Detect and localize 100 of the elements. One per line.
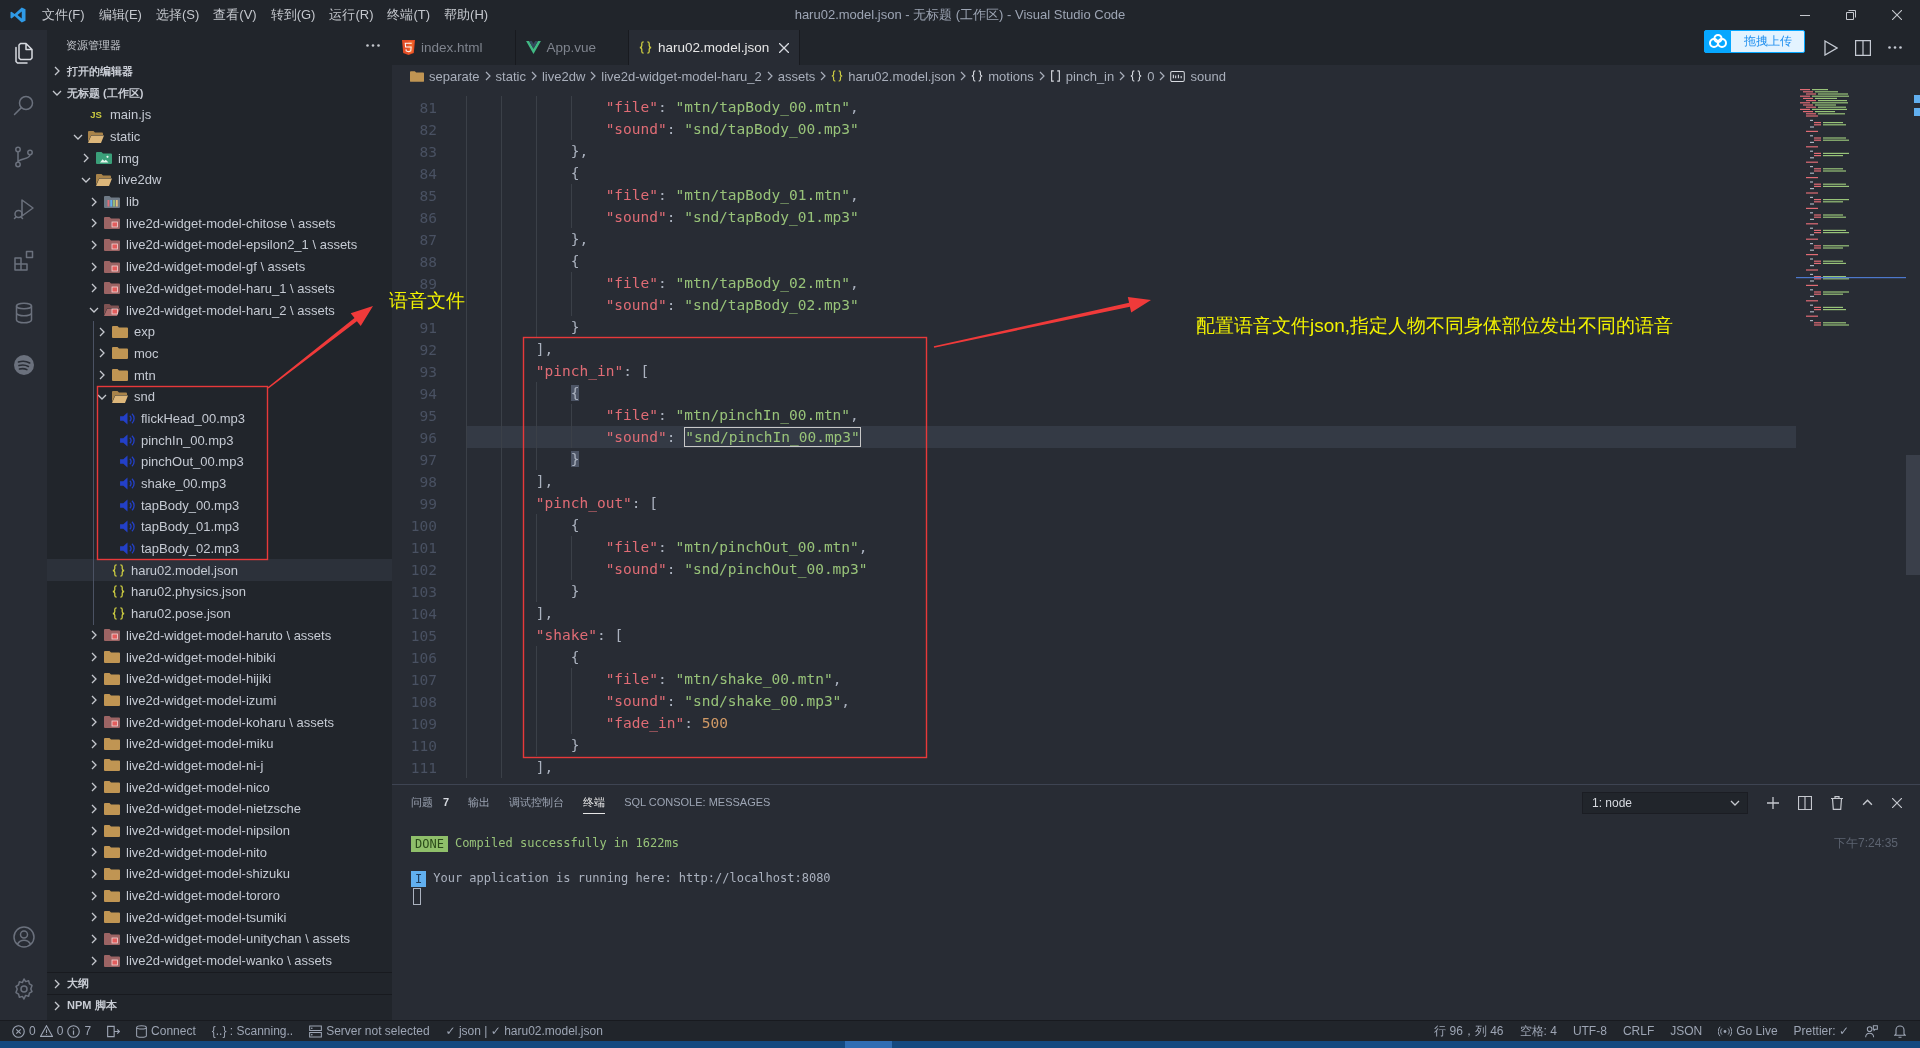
tree-item[interactable]: lib (47, 190, 392, 213)
panel-tab[interactable]: 问题 7 (411, 791, 450, 814)
breadcrumb-item[interactable]: 0 (1130, 68, 1155, 84)
minimize-icon[interactable] (1800, 14, 1810, 16)
section-header[interactable]: 打开的编辑器 (47, 60, 392, 82)
status-item[interactable]: UTF-8 (1572, 1024, 1607, 1038)
tree-item[interactable]: live2d-widget-model-nipsilon (47, 819, 392, 842)
status-item[interactable]: 行 96，列 46 (1434, 1022, 1504, 1040)
tree-item[interactable]: live2d-widget-model-miku (47, 732, 392, 755)
breadcrumb-item[interactable]: assets (777, 68, 816, 84)
restore-icon[interactable] (1846, 10, 1856, 20)
account-icon[interactable] (11, 925, 36, 949)
bell-icon[interactable] (1894, 1024, 1906, 1038)
tree-item[interactable]: live2d-widget-model-shizuku (47, 863, 392, 885)
terminal-dropdown[interactable]: 1: node (1582, 791, 1748, 814)
breadcrumb-item[interactable]: motions (971, 68, 1034, 84)
blocks-icon[interactable] (11, 249, 36, 273)
tree-item[interactable]: static (47, 125, 392, 148)
menu-item[interactable]: 文件(F) (35, 4, 92, 26)
breadcrumb-item[interactable]: haru02.model.json (831, 68, 956, 84)
menu-item[interactable]: 帮助(H) (437, 4, 496, 26)
split-editor-icon[interactable] (1855, 39, 1871, 56)
box-folder-icon (104, 217, 120, 230)
status-item[interactable]: Prettier: ✓ (1793, 1024, 1849, 1038)
breadcrumb-item[interactable]: separate (410, 68, 480, 84)
status-item[interactable]: CRLF (1622, 1024, 1655, 1038)
plus-icon[interactable] (1767, 796, 1779, 809)
panel-tab[interactable]: SQL CONSOLE: MESSAGES (624, 793, 771, 812)
section-header[interactable]: 无标题 (工作区) (47, 82, 392, 104)
menu-item[interactable]: 查看(V) (206, 4, 264, 26)
feedback-icon[interactable] (1865, 1024, 1878, 1038)
code-line: } (570, 582, 580, 601)
status-item[interactable]: Go Live (1718, 1024, 1778, 1038)
status-item[interactable]: Server not selected (309, 1024, 430, 1038)
split-icon[interactable] (1798, 795, 1812, 810)
tree-item[interactable]: live2dw (47, 169, 392, 191)
close-icon[interactable] (1892, 797, 1902, 808)
tree-item[interactable]: live2d-widget-model-hibiki (47, 646, 392, 668)
braces-icon (112, 585, 125, 599)
tree-item[interactable]: live2d-widget-model-chitose \ assets (47, 212, 392, 235)
trash-icon[interactable] (1831, 795, 1843, 810)
status-item[interactable]: 空格: 4 (1519, 1022, 1557, 1040)
problem-count: 7 (443, 796, 450, 808)
tree-item[interactable]: live2d-widget-model-nito (47, 841, 392, 864)
breadcrumb-item[interactable]: sound (1170, 68, 1226, 84)
tree-item[interactable]: live2d-widget-model-hijiki (47, 667, 392, 690)
terminal-line: Your application is running here: http://localhost:8080 (433, 870, 831, 887)
info-icon (67, 1024, 81, 1038)
chevron-up-icon[interactable] (1862, 799, 1873, 806)
more-icon[interactable] (1888, 46, 1902, 49)
tree-item[interactable]: JS main.js (47, 104, 392, 126)
speaker-icon (120, 433, 135, 447)
menu-item[interactable]: 转到(G) (263, 4, 323, 26)
menu-item[interactable]: 编辑(E) (91, 4, 149, 26)
code-line: { (570, 516, 580, 535)
tree-item[interactable]: live2d-widget-model-epsilon2_1 \ assets (47, 234, 392, 256)
tree-item[interactable]: live2d-widget-model-haruto \ assets (47, 624, 392, 647)
section-header[interactable]: NPM 脚本 (47, 994, 392, 1016)
tree-item[interactable]: live2d-widget-model-unitychan \ assets (47, 928, 392, 950)
code-line: "file": "mtn/pinchOut_00.mtn", (605, 538, 868, 558)
code-line: }, (570, 230, 589, 249)
tree-item[interactable]: live2d-widget-model-nico (47, 776, 392, 798)
panel-tab[interactable]: 输出 (468, 791, 491, 814)
play-bug-icon[interactable] (11, 197, 36, 221)
menu-item[interactable]: 终端(T) (380, 4, 438, 26)
status-item[interactable]: {..} : Scanning.. (211, 1024, 294, 1038)
tree-item[interactable]: live2d-widget-model-ni-j (47, 754, 392, 777)
breadcrumb-item[interactable]: live2d-widget-model-haru_2 (601, 68, 762, 84)
close-icon[interactable] (779, 42, 790, 53)
tree-item[interactable]: live2d-widget-model-izumi (47, 689, 392, 712)
more-icon[interactable] (366, 43, 380, 47)
tree-item[interactable]: live2d-widget-model-nietzsche (47, 798, 392, 820)
status-item[interactable]: JSON (1670, 1024, 1703, 1038)
circle-waves-icon[interactable] (11, 353, 36, 377)
panel-tab[interactable]: 终端 (583, 791, 606, 814)
status-item[interactable]: Connect (136, 1024, 196, 1038)
tree-item[interactable]: haru02.model.json (47, 559, 392, 582)
breadcrumb-item[interactable]: static (495, 68, 526, 84)
server-icon (309, 1024, 323, 1038)
search-icon[interactable] (11, 93, 36, 117)
annotation-label: 语音文件 (389, 291, 465, 310)
run-icon[interactable] (1824, 39, 1838, 56)
tree-item[interactable]: live2d-widget-model-koharu \ assets (47, 711, 392, 733)
menu-item[interactable]: 运行(R) (322, 4, 381, 26)
tree-item[interactable]: live2d-widget-model-wanko \ assets (47, 949, 392, 972)
tree-item[interactable]: live2d-widget-model-gf \ assets (47, 255, 392, 278)
menu-item[interactable]: 选择(S) (148, 4, 207, 26)
tree-item[interactable]: live2d-widget-model-tsumiki (47, 906, 392, 929)
close-icon[interactable] (1892, 10, 1902, 20)
editor-tab[interactable]: haru02.model.json (629, 30, 801, 65)
section-header[interactable]: 大纲 (47, 972, 392, 994)
tree-item[interactable]: img (47, 147, 392, 170)
breadcrumb-item[interactable]: live2dw (541, 68, 586, 84)
status-item[interactable]: ✓ json | ✓ haru02.model.json (445, 1024, 603, 1038)
breadcrumb-item[interactable]: pinch_in (1049, 68, 1115, 84)
problems-indicator[interactable]: 0 0 7 (12, 1024, 92, 1038)
code-line: "sound": "snd/tapBody_01.mp3" (605, 208, 859, 228)
box-arrow-icon[interactable] (107, 1024, 121, 1038)
panel-tab[interactable]: 调试控制台 (509, 791, 565, 814)
tree-item[interactable]: live2d-widget-model-tororo (47, 884, 392, 907)
